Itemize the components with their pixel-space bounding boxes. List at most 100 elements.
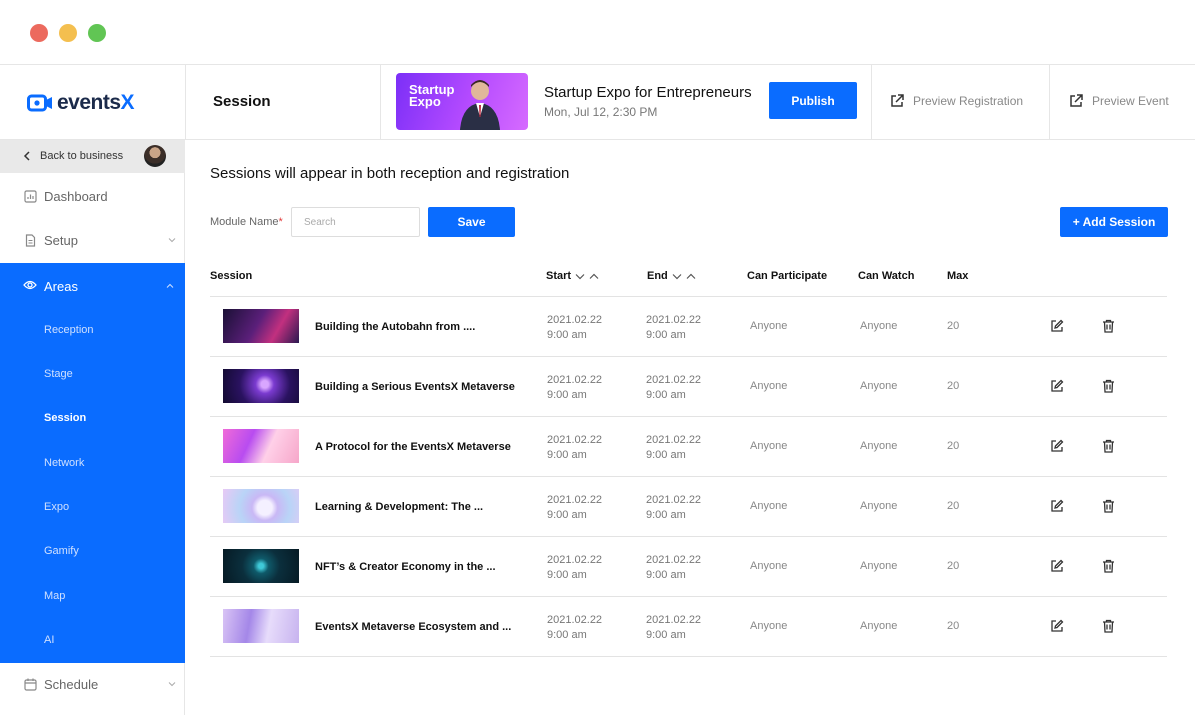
column-header-start[interactable]: Start (546, 270, 599, 282)
can-participate-value: Anyone (750, 500, 788, 512)
session-name: NFT’s & Creator Economy in the ... (315, 561, 496, 573)
sort-ascending-icon[interactable] (589, 273, 599, 280)
can-participate-value: Anyone (750, 380, 788, 392)
save-button[interactable]: Save (428, 207, 515, 237)
section-title: Sessions will appear in both reception a… (210, 165, 570, 182)
edit-icon[interactable] (1050, 319, 1064, 333)
max-value: 20 (947, 380, 960, 392)
chevron-up-icon (166, 283, 174, 288)
divider (185, 65, 186, 140)
start-datetime: 2021.02.22 9:00 am (547, 614, 603, 641)
end-datetime: 2021.02.22 9:00 am (646, 614, 702, 641)
sidebar-item-label: Dashboard (44, 188, 108, 204)
sort-ascending-icon[interactable] (686, 273, 696, 280)
add-session-button[interactable]: + Add Session (1060, 207, 1168, 237)
can-watch-value: Anyone (860, 380, 898, 392)
eventsx-logo[interactable]: eventsX (27, 91, 135, 115)
chevron-left-icon (23, 151, 30, 161)
session-name: A Protocol for the EventsX Metaverse (315, 441, 511, 453)
end-datetime: 2021.02.22 9:00 am (646, 554, 702, 581)
column-header-can-watch: Can Watch (858, 270, 915, 282)
required-mark: * (278, 216, 283, 228)
can-watch-value: Anyone (860, 500, 898, 512)
avatar[interactable] (144, 145, 166, 167)
can-watch-value: Anyone (860, 620, 898, 632)
can-watch-value: Anyone (860, 560, 898, 572)
module-name-input[interactable] (291, 207, 420, 237)
back-label: Back to business (40, 150, 124, 162)
trash-icon[interactable] (1102, 319, 1115, 333)
trash-icon[interactable] (1102, 619, 1115, 633)
sidebar-item-reception[interactable]: Reception (44, 324, 94, 336)
window-titlebar (0, 0, 1195, 65)
start-datetime: 2021.02.22 9:00 am (547, 434, 603, 461)
close-window-button[interactable] (30, 24, 48, 42)
divider (380, 65, 381, 140)
eye-icon (23, 280, 37, 290)
sidebar-item-dashboard[interactable]: Dashboard (0, 174, 185, 218)
sidebar-item-label: Areas (44, 279, 78, 294)
max-value: 20 (947, 620, 960, 632)
sidebar-item-map[interactable]: Map (44, 590, 65, 602)
table-row[interactable]: NFT’s & Creator Economy in the ... 2021.… (210, 537, 1167, 597)
column-header-end[interactable]: End (647, 270, 696, 282)
calendar-icon (24, 678, 37, 691)
edit-icon[interactable] (1050, 619, 1064, 633)
edit-icon[interactable] (1050, 439, 1064, 453)
session-thumbnail (223, 369, 299, 403)
session-name: EventsX Metaverse Ecosystem and ... (315, 621, 512, 633)
trash-icon[interactable] (1102, 379, 1115, 393)
sidebar-group-areas: Areas Reception Stage Session Network Ex… (0, 263, 185, 663)
external-link-icon (1070, 94, 1083, 107)
sidebar-item-label: Setup (44, 232, 78, 248)
edit-icon[interactable] (1050, 499, 1064, 513)
edit-icon[interactable] (1050, 559, 1064, 573)
sidebar-item-ai[interactable]: AI (44, 634, 54, 646)
minimize-window-button[interactable] (59, 24, 77, 42)
sidebar-item-schedule[interactable]: Schedule (0, 662, 185, 706)
column-header-can-participate: Can Participate (747, 270, 828, 282)
speaker-image (460, 80, 500, 130)
sidebar-item-session[interactable]: Session (44, 412, 86, 424)
sidebar: Back to business Dashboard Setup Areas R… (0, 140, 185, 715)
sort-descending-icon[interactable] (575, 273, 585, 280)
divider (1049, 65, 1050, 140)
trash-icon[interactable] (1102, 499, 1115, 513)
preview-event-link[interactable]: Preview Event (1068, 93, 1169, 109)
session-name: Building the Autobahn from .... (315, 321, 476, 333)
chart-icon (24, 189, 37, 203)
event-thumbnail-text: Startup Expo (409, 82, 455, 109)
main-content: Sessions will appear in both reception a… (186, 140, 1195, 715)
logo-text: eventsX (57, 91, 135, 114)
trash-icon[interactable] (1102, 559, 1115, 573)
chevron-down-icon (168, 238, 176, 243)
sidebar-item-areas[interactable]: Areas (0, 263, 185, 308)
trash-icon[interactable] (1102, 439, 1115, 453)
top-header: eventsX Session Startup Expo Startup Exp… (0, 65, 1195, 140)
sidebar-item-network[interactable]: Network (44, 457, 84, 469)
can-participate-value: Anyone (750, 320, 788, 332)
sidebar-item-stage[interactable]: Stage (44, 368, 73, 380)
sort-descending-icon[interactable] (672, 273, 682, 280)
table-row[interactable]: EventsX Metaverse Ecosystem and ... 2021… (210, 597, 1167, 657)
page-title: Session (213, 93, 271, 110)
can-participate-value: Anyone (750, 620, 788, 632)
edit-icon[interactable] (1050, 379, 1064, 393)
can-participate-value: Anyone (750, 560, 788, 572)
preview-registration-link[interactable]: Preview Registration (889, 93, 1023, 109)
event-date: Mon, Jul 12, 2:30 PM (544, 105, 658, 119)
table-row[interactable]: A Protocol for the EventsX Metaverse 202… (210, 417, 1167, 477)
table-row[interactable]: Building a Serious EventsX Metaverse 202… (210, 357, 1167, 417)
sidebar-item-expo[interactable]: Expo (44, 501, 69, 513)
publish-button[interactable]: Publish (769, 82, 857, 119)
sidebar-item-gamify[interactable]: Gamify (44, 545, 79, 557)
table-row[interactable]: Learning & Development: The ... 2021.02.… (210, 477, 1167, 537)
table-row[interactable]: Building the Autobahn from .... 2021.02.… (210, 297, 1167, 357)
sidebar-item-label: Schedule (44, 676, 99, 692)
back-to-business-button[interactable]: Back to business (0, 140, 185, 173)
preview-event-label: Preview Event (1092, 94, 1169, 108)
event-name: Startup Expo for Entrepreneurs (544, 84, 752, 101)
column-header-session: Session (210, 270, 253, 282)
sidebar-item-setup[interactable]: Setup (0, 218, 185, 262)
maximize-window-button[interactable] (88, 24, 106, 42)
